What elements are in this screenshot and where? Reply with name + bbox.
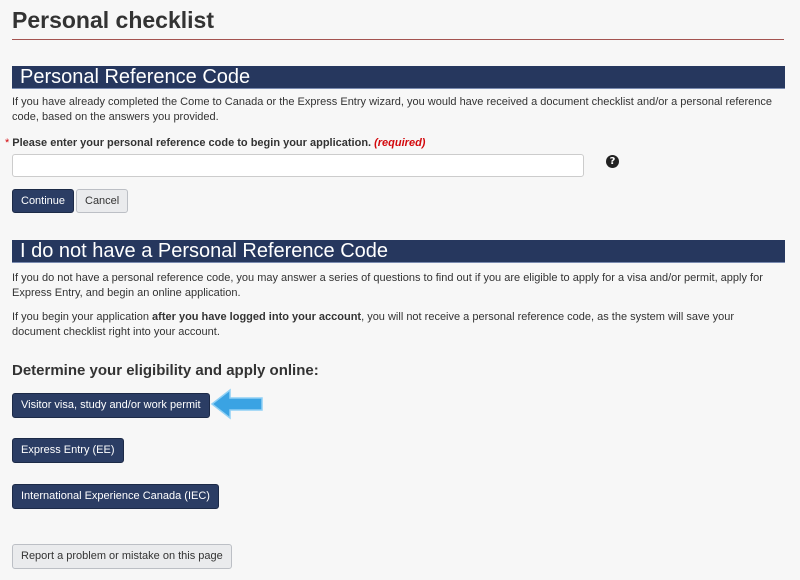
reference-intro-text: If you have already completed the Come t… — [12, 96, 773, 123]
continue-button[interactable]: Continue — [12, 189, 75, 213]
section-heading: I do not have a Personal Reference Code — [20, 240, 389, 262]
cancel-button[interactable]: Cancel — [76, 189, 128, 213]
question-circle-icon[interactable]: ? — [606, 155, 619, 168]
logged-in-note-text: If you begin your application after you … — [12, 310, 782, 340]
reference-code-label: * Please enter your personal reference co… — [5, 137, 425, 149]
section-heading: Personal Reference Code — [20, 66, 251, 88]
title-divider — [12, 39, 784, 40]
eligibility-heading: Determine your eligibility and apply onl… — [12, 362, 319, 379]
required-indicator: (required) — [374, 137, 426, 149]
visitor-visa-button[interactable]: Visitor visa, study and/or work permit — [12, 393, 210, 418]
field-label-text: Please enter your personal reference cod… — [12, 137, 372, 149]
express-entry-button[interactable]: Express Entry (EE) — [12, 438, 124, 463]
left-arrow-icon — [210, 388, 263, 420]
page-title: Personal checklist — [12, 7, 214, 33]
required-asterisk: * — [5, 137, 10, 149]
note-text-bold: after you have logged into your account — [152, 311, 362, 323]
report-problem-button[interactable]: Report a problem or mistake on this page — [12, 544, 232, 569]
no-code-intro-text: If you do not have a personal reference … — [12, 272, 763, 299]
section-header-reference-code: Personal Reference Code — [12, 66, 785, 89]
iec-button[interactable]: International Experience Canada (IEC) — [12, 484, 219, 509]
reference-code-input[interactable] — [12, 154, 584, 177]
note-text-start: If you begin your application — [12, 311, 153, 323]
section-header-no-reference-code: I do not have a Personal Reference Code — [12, 240, 785, 263]
